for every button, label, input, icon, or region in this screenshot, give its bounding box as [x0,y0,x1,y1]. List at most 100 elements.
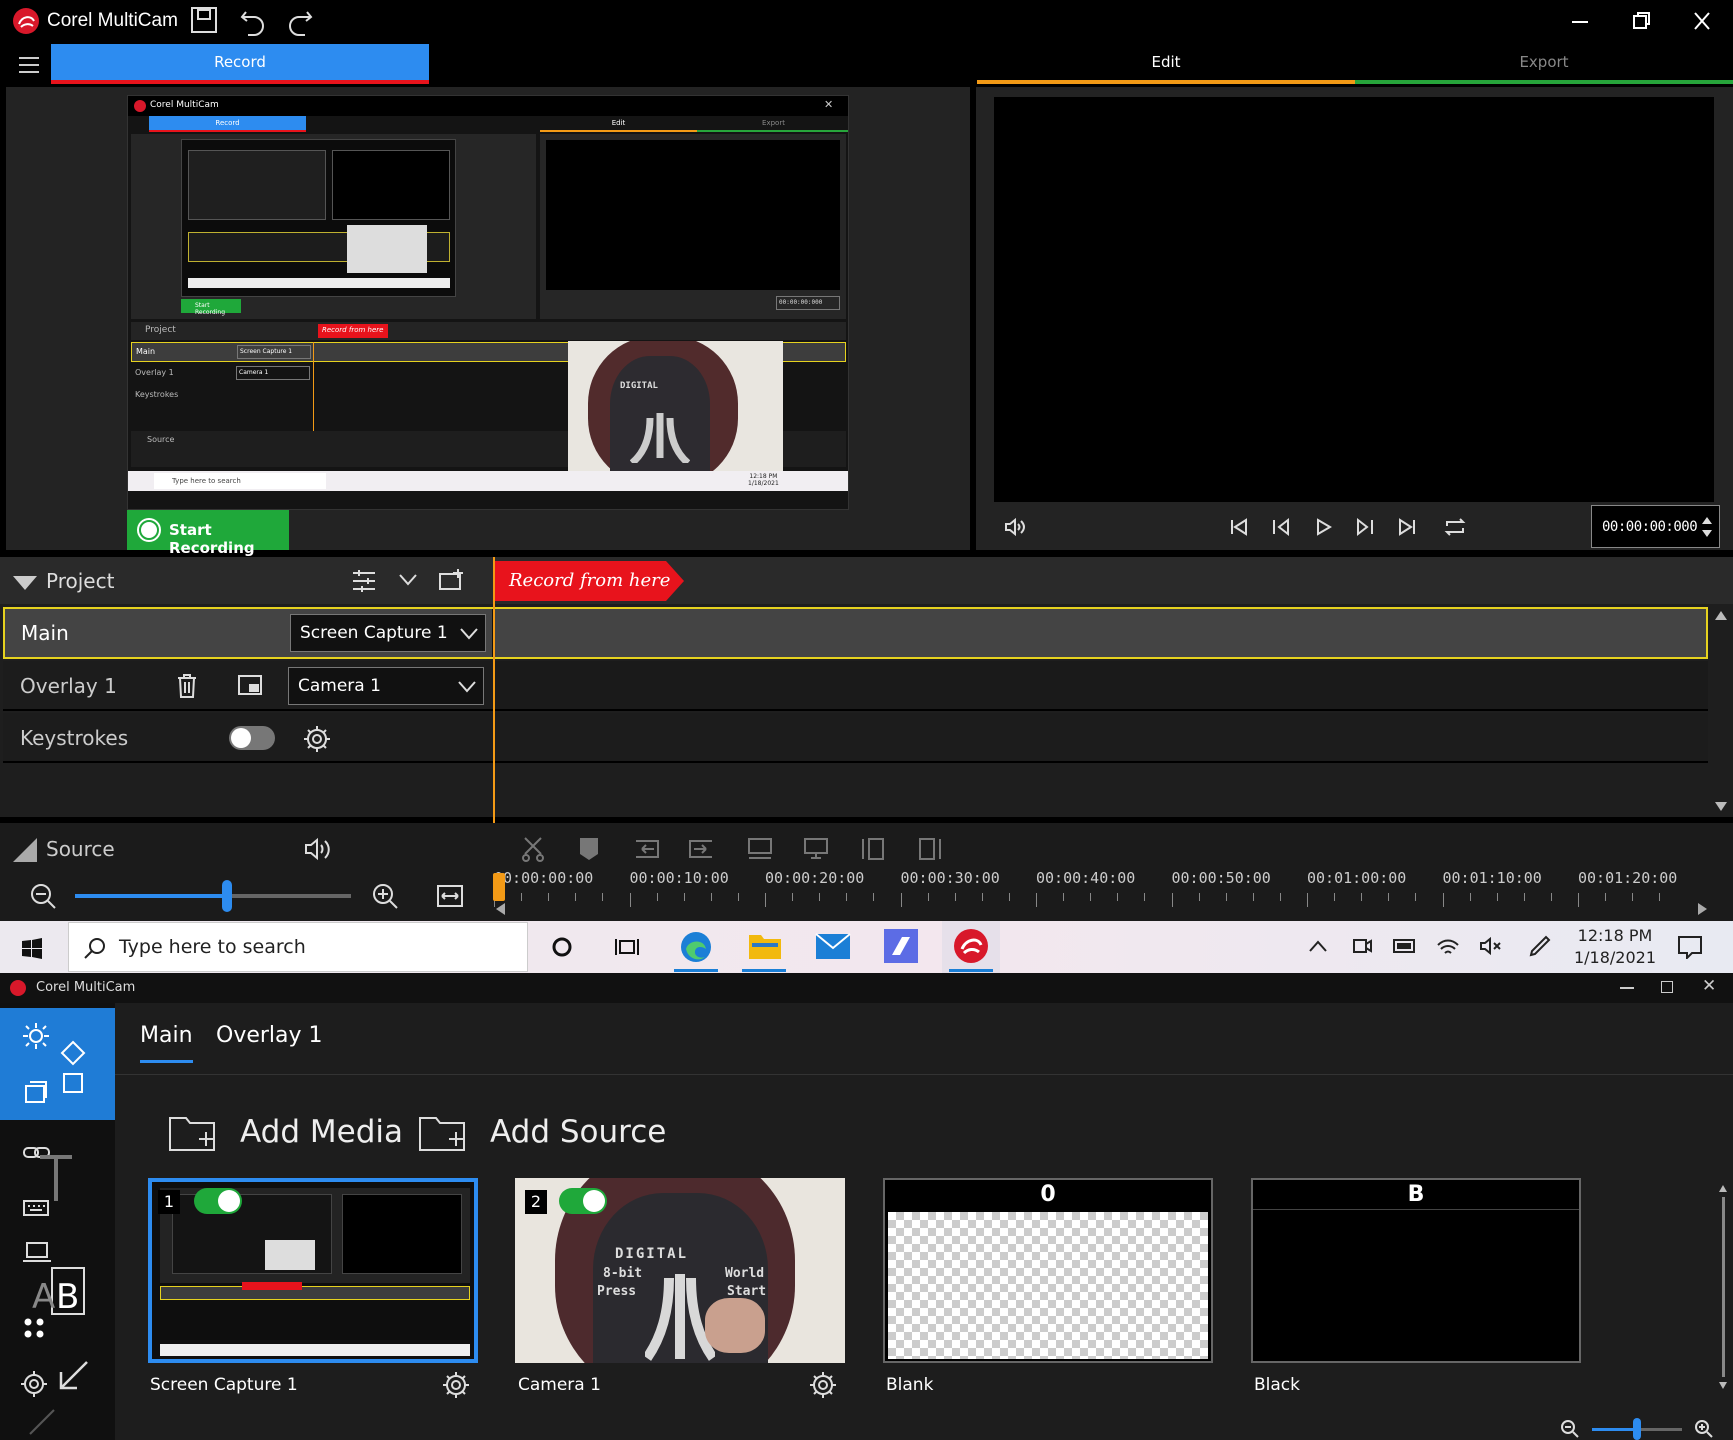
record-from-here-marker[interactable]: Record from here [494,561,684,601]
undo-icon[interactable] [238,6,268,36]
volume-icon[interactable] [1004,517,1026,537]
corel-multicam-taskbar-icon[interactable] [942,921,1000,973]
show-hidden-icons-icon[interactable] [1308,939,1328,953]
track-keystrokes[interactable]: Keystrokes [3,713,1708,763]
add-source-button[interactable]: Add Source [418,1108,666,1156]
trim-in-icon[interactable] [634,837,660,861]
tab-edit[interactable]: Edit [977,44,1355,84]
muted-speaker-icon[interactable] [1479,935,1503,957]
zoom-out-icon[interactable] [30,883,56,909]
card-1-settings-gear-icon[interactable] [442,1371,470,1399]
add-media-button[interactable]: Add Media [168,1108,403,1156]
track-main[interactable]: Main Screen Capture 1 [3,607,1708,659]
tool-sources-active[interactable] [0,1008,115,1120]
save-icon[interactable] [190,6,218,34]
source-window-minimize-button[interactable] [1620,987,1634,989]
source-scroll-down-icon[interactable] [1718,1381,1728,1391]
source-card-black[interactable]: B [1251,1178,1581,1363]
track-overlay[interactable]: Overlay 1 Camera 1 [3,661,1708,711]
timecode-stepper-icon[interactable] [1700,514,1714,540]
loop-icon[interactable] [1443,517,1467,537]
source-card-camera[interactable]: DIGITAL 8-bit World Press Start 2 [515,1178,845,1363]
zoom-in-icon[interactable] [372,883,398,909]
delete-track-icon[interactable] [176,673,198,699]
tab-export[interactable]: Export [1355,44,1733,84]
source-zoom-in-icon[interactable] [1695,1420,1713,1438]
marker-icon[interactable] [578,836,600,862]
trim-out-icon[interactable] [688,837,714,861]
wifi-icon[interactable] [1436,935,1460,957]
source-tab-main[interactable]: Main [140,1023,193,1063]
timeline-ruler[interactable]: 00:00:00:00 00:00:10:00 00:00:20:00 00:00:3… [494,863,1684,915]
go-to-start-icon[interactable] [1229,517,1249,537]
minimize-button[interactable] [1565,8,1595,34]
card-thumb-taskbar [160,1344,470,1356]
add-track-icon[interactable] [438,568,466,592]
card-2-settings-gear-icon[interactable] [809,1371,837,1399]
project-scroll-down-icon[interactable] [1714,801,1728,813]
track-menu-chevron-icon[interactable] [398,573,418,587]
insert-below-icon[interactable] [803,837,829,861]
timeline-zoom-slider[interactable] [75,880,351,912]
play-icon[interactable] [1313,517,1333,537]
hamburger-menu-icon[interactable] [18,56,40,74]
tool-settings[interactable] [0,1348,115,1438]
source-zoom-out-icon[interactable] [1561,1420,1579,1438]
mail-icon[interactable] [815,931,851,961]
tool-links[interactable] [0,1123,115,1223]
overlay-position-icon[interactable] [237,674,265,698]
keystrokes-toggle[interactable] [229,726,275,750]
card-2-enable-toggle[interactable] [559,1188,607,1214]
next-frame-icon[interactable] [1355,517,1375,537]
file-explorer-icon[interactable] [742,931,786,972]
source-window-close-button[interactable]: ✕ [1702,976,1716,996]
taskbar-clock[interactable]: 12:18 PM 1/18/2021 [1571,925,1659,969]
source-card-screen-capture[interactable]: 1 [148,1178,478,1363]
timeline-scroll-right-icon[interactable] [1697,902,1709,916]
source-window-restore-button[interactable] [1661,981,1673,993]
close-button[interactable] [1687,8,1717,34]
redo-icon[interactable] [285,6,315,36]
track-settings-icon[interactable] [350,567,378,595]
keystrokes-settings-gear-icon[interactable] [303,725,331,753]
start-recording-button[interactable]: Start Recording [127,510,289,557]
playhead-handle[interactable] [493,873,505,901]
taskbar-search-box[interactable]: Type here to search [68,922,528,972]
tool-ab[interactable]: AB [0,1228,115,1343]
collapse-triangle-icon[interactable] [12,575,38,591]
task-view-icon[interactable] [615,936,641,958]
previous-frame-icon[interactable] [1271,517,1291,537]
fit-to-window-icon[interactable] [437,885,463,907]
meet-now-icon[interactable] [1351,935,1373,957]
battery-icon[interactable] [1392,937,1418,955]
project-scroll-up-icon[interactable] [1714,609,1728,621]
source-zoom-handle[interactable] [1633,1418,1641,1440]
timeline-zoom-handle[interactable] [221,880,232,912]
source-volume-icon[interactable] [303,836,331,862]
set-out-point-icon[interactable] [917,836,943,862]
source-scroll-up-icon[interactable] [1718,1183,1728,1193]
track-overlay-source-dropdown[interactable]: Camera 1 [288,667,484,705]
timeline-scroll-left-icon[interactable] [494,902,506,916]
insert-above-icon[interactable] [747,837,773,861]
split-clip-icon[interactable] [521,836,545,862]
card-1-enable-toggle[interactable] [194,1188,242,1214]
source-zoom-slider[interactable] [1592,1418,1682,1440]
notification-center-icon[interactable] [1677,935,1703,959]
source-scrollbar[interactable] [1718,1183,1728,1393]
pen-ink-icon[interactable] [1528,934,1552,958]
windows-start-icon[interactable] [21,937,43,959]
go-to-end-icon[interactable] [1397,517,1417,537]
cortana-icon[interactable] [551,936,573,958]
timecode-field[interactable]: 00:00:00:000 [1591,505,1720,548]
track-main-source-dropdown[interactable]: Screen Capture 1 [290,614,486,652]
source-card-blank[interactable]: 0 [883,1178,1213,1363]
ruler-tick [656,893,658,901]
tab-record[interactable]: Record [51,44,429,84]
set-in-point-icon[interactable] [860,836,886,862]
source-tab-overlay[interactable]: Overlay 1 [216,1023,323,1063]
source-triangle-icon[interactable] [12,837,38,863]
app-a-icon[interactable] [884,929,918,963]
edge-browser-icon[interactable] [674,929,718,972]
restore-button[interactable] [1626,8,1656,34]
